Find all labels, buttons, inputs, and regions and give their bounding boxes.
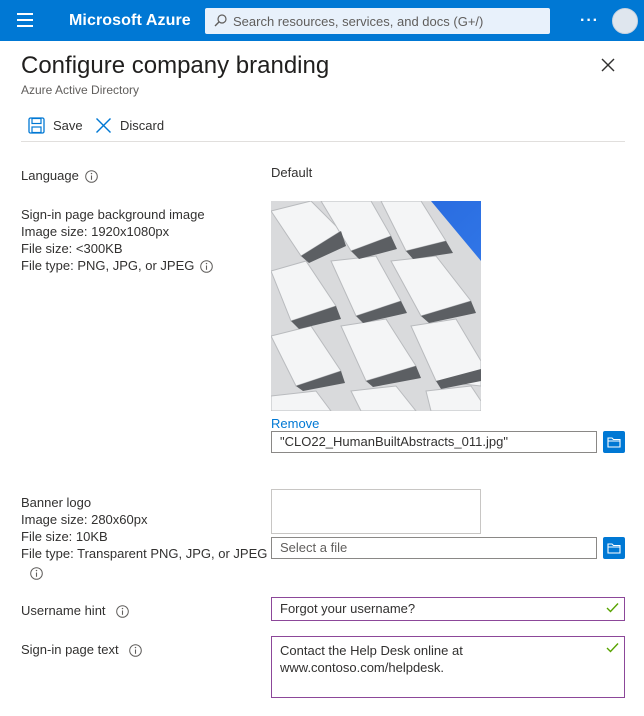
toolbar-divider: [21, 141, 625, 142]
save-label: Save: [53, 117, 83, 133]
background-image-preview: [271, 201, 481, 411]
page-title: Configure company branding: [21, 52, 330, 79]
language-value: Default: [271, 165, 313, 180]
discard-button[interactable]: Discard: [95, 114, 164, 136]
language-label: Language: [21, 167, 98, 184]
checkmark-icon: [606, 603, 619, 613]
username-hint-label: Username hint: [21, 602, 129, 619]
search-icon: [214, 14, 227, 27]
signin-text-line-1: Contact the Help Desk online at: [280, 643, 463, 658]
search-box[interactable]: [205, 8, 550, 34]
banner-image-size: Image size: 280x60px: [21, 512, 148, 527]
discard-icon: [96, 117, 111, 133]
info-icon[interactable]: [85, 170, 98, 183]
checkmark-icon: [606, 643, 619, 653]
brand-name[interactable]: Microsoft Azure: [69, 12, 191, 30]
browse-background-button[interactable]: [603, 431, 625, 453]
signin-text-label: Sign-in page text: [21, 641, 142, 658]
banner-logo-preview: [271, 489, 481, 534]
background-filename: "CLO22_HumanBuiltAbstracts_011.jpg": [280, 434, 508, 449]
close-icon[interactable]: [601, 58, 615, 72]
background-image-size: Image size: 1920x1080px: [21, 224, 170, 239]
banner-placeholder: Select a file: [280, 540, 348, 555]
folder-icon: [607, 437, 621, 448]
background-file-type: File type: PNG, JPG, or JPEG: [21, 258, 195, 273]
info-icon[interactable]: [200, 260, 214, 273]
banner-label: Banner logo: [21, 495, 92, 510]
folder-icon: [607, 543, 621, 554]
save-button[interactable]: Save: [28, 114, 83, 136]
signin-text-textarea[interactable]: Contact the Help Desk online at www.cont…: [271, 636, 625, 698]
save-icon: [28, 116, 45, 134]
signin-text-label-text: Sign-in page text: [21, 642, 119, 657]
top-bar: Microsoft Azure ···: [0, 0, 644, 41]
info-icon[interactable]: [128, 644, 142, 657]
language-label-text: Language: [21, 168, 79, 183]
username-hint-input[interactable]: Forgot your username?: [271, 597, 625, 621]
banner-file-input[interactable]: Select a file: [271, 537, 597, 559]
avatar[interactable]: [612, 8, 638, 34]
username-hint-label-text: Username hint: [21, 603, 106, 618]
banner-label-block: Banner logo Image size: 280x60px File si…: [21, 494, 267, 581]
menu-icon[interactable]: [17, 13, 33, 27]
background-file-size: File size: <300KB: [21, 241, 123, 256]
background-file-input[interactable]: "CLO22_HumanBuiltAbstracts_011.jpg": [271, 431, 597, 453]
signin-text-line-2: www.contoso.com/helpdesk.: [280, 660, 445, 675]
more-options-icon[interactable]: ···: [580, 12, 599, 30]
background-label-block: Sign-in page background image Image size…: [21, 206, 214, 274]
background-label: Sign-in page background image: [21, 207, 205, 222]
browse-banner-button[interactable]: [603, 537, 625, 559]
banner-file-size: File size: 10KB: [21, 529, 108, 544]
page-subtitle: Azure Active Directory: [21, 83, 140, 97]
info-icon[interactable]: [30, 567, 43, 580]
discard-label: Discard: [120, 117, 165, 133]
remove-background-link[interactable]: Remove: [271, 416, 319, 431]
banner-file-type: File type: Transparent PNG, JPG, or JPEG: [21, 546, 268, 561]
info-icon[interactable]: [115, 605, 129, 618]
search-input[interactable]: [233, 8, 543, 34]
username-hint-value: Forgot your username?: [280, 601, 416, 616]
